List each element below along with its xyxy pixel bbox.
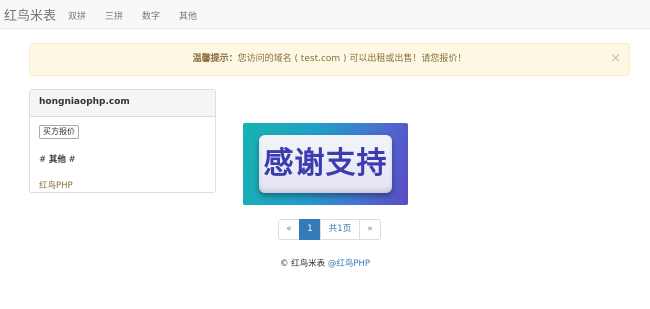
nav-item-shuangpin[interactable]: 双拼 xyxy=(68,9,86,22)
hash-prefix: # xyxy=(39,155,47,165)
category-link[interactable]: 红鸟PHP xyxy=(39,179,73,191)
copyright-symbol: © xyxy=(279,259,289,269)
buyer-offer-button[interactable]: 买方报价 xyxy=(39,125,79,139)
total-pages-label[interactable]: 共1页 xyxy=(320,219,360,240)
alert-message: 您访问的域名 ( test.com ) 可以出租或出售！请您报价！ xyxy=(237,54,467,64)
domain-sale-alert: 温馨提示：您访问的域名 ( test.com ) 可以出租或出售！请您报价！ × xyxy=(29,43,630,76)
panel-title: hongniaophp.com xyxy=(30,90,215,117)
hash-suffix: # xyxy=(68,155,76,165)
page-1-button[interactable]: 1 xyxy=(299,219,321,240)
brand-link[interactable]: 红鸟米表 xyxy=(4,5,56,24)
pagination: « 1 共1页 » xyxy=(278,219,381,240)
category-heading: # 其他 # xyxy=(39,153,76,165)
banner-card: 感谢支持 xyxy=(259,135,392,193)
nav-item-sanpin[interactable]: 三拼 xyxy=(105,9,123,22)
prev-page-button[interactable]: « xyxy=(278,219,300,240)
alert-strong-label: 温馨提示： xyxy=(192,54,238,64)
close-icon[interactable]: × xyxy=(610,44,621,73)
nav-item-qita[interactable]: 其他 xyxy=(179,9,197,22)
footer-site-name: 红鸟米表 xyxy=(291,259,326,269)
thanks-banner-image: 感谢支持 xyxy=(243,123,408,205)
footer: © 红鸟米表 @红鸟PHP xyxy=(0,257,650,269)
domain-info-panel: hongniaophp.com 买方报价 # 其他 # 红鸟PHP xyxy=(29,89,216,193)
banner-text: 感谢支持 xyxy=(263,146,388,181)
top-navbar: 红鸟米表 双拼 三拼 数字 其他 xyxy=(0,0,650,29)
nav-item-shuzi[interactable]: 数字 xyxy=(142,9,160,22)
category-name: 其他 xyxy=(48,155,66,165)
next-page-button[interactable]: » xyxy=(359,219,381,240)
footer-author-link[interactable]: @红鸟PHP xyxy=(328,259,370,269)
